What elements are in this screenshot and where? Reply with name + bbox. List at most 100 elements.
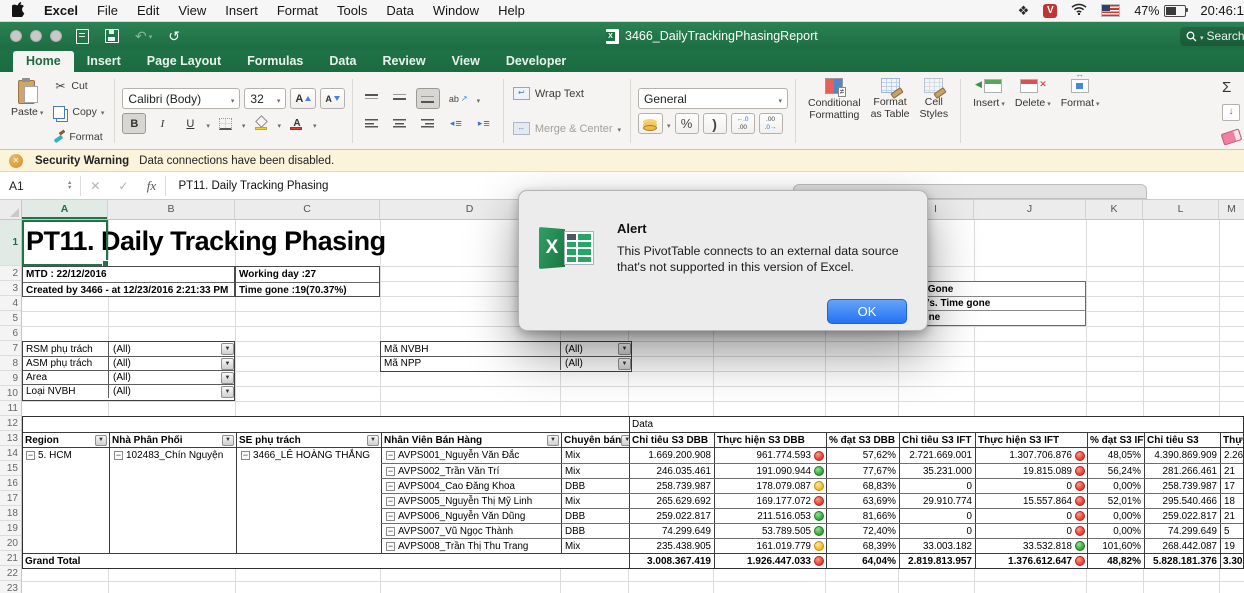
row-header-1[interactable]: 1 [0,220,21,266]
decrease-font-size-button[interactable]: A [320,88,345,109]
column-header-A[interactable]: A [22,200,108,219]
clear-button[interactable] [1221,128,1243,145]
merge-center-button[interactable]: Merge & Center [511,121,623,136]
tab-developer[interactable]: Developer [493,51,579,72]
filter-label[interactable]: Loại NVBH [23,385,109,398]
zoom-window-button[interactable] [50,30,62,42]
font-color-button[interactable] [285,113,309,134]
se-cell[interactable]: 3466_LÊ HOÀNG THẮNG [240,448,379,463]
filter-dropdown-button[interactable] [221,358,234,370]
cell[interactable]: Mix [561,448,629,463]
cell[interactable]: 191.090.944 [714,464,826,478]
close-window-button[interactable] [10,30,22,42]
header-filter-button[interactable] [222,435,234,446]
row-header-15[interactable]: 15 [0,461,21,476]
collapse-icon[interactable] [386,467,395,476]
row-header-18[interactable]: 18 [0,506,21,521]
pivot-header-channel[interactable]: Chuyên bán [561,433,629,447]
tab-data[interactable]: Data [316,51,369,72]
paste-dropdown-icon[interactable] [40,107,44,119]
pivot-header-target-dbb[interactable]: Chỉ tiêu S3 DBB [629,433,714,447]
tab-view[interactable]: View [439,51,493,72]
name-box-stepper[interactable]: ▲▼ [67,181,72,191]
collapse-icon[interactable] [386,482,395,491]
filter-label[interactable]: Mã NVBH [381,342,561,356]
salesperson-cell[interactable]: AVPS002_Trần Văn Trí [381,464,561,478]
filter-dropdown-button[interactable] [618,358,631,370]
cell[interactable]: 235.438.905 [629,539,714,553]
row-header-4[interactable]: 4 [0,296,21,311]
font-name-select[interactable]: Calibri (Body) [122,88,240,109]
menu-file[interactable]: File [97,3,118,18]
cell[interactable]: 64,04% [826,554,899,568]
cell[interactable]: 2.819.813.957 [899,554,975,568]
currency-format-button[interactable] [638,113,663,134]
align-right-button[interactable] [416,113,440,134]
column-header-B[interactable]: B [108,200,235,219]
row-header-9[interactable]: 9 [0,371,21,386]
row-header-7[interactable]: 7 [0,341,21,356]
tab-formulas[interactable]: Formulas [234,51,316,72]
tab-insert[interactable]: Insert [74,51,134,72]
filter-value[interactable]: (All) [561,342,618,356]
pivot-header-distributor[interactable]: Nhà Phân Phối [109,433,236,447]
cell[interactable]: 48,05% [1087,448,1144,463]
menu-data[interactable]: Data [386,3,413,18]
cell[interactable]: 77,67% [826,464,899,478]
row-header-20[interactable]: 20 [0,536,21,551]
cell[interactable]: 68,39% [826,539,899,553]
autosum-button[interactable] [1222,79,1231,97]
menu-view[interactable]: View [178,3,206,18]
save-icon[interactable] [105,29,119,43]
mtd-cell[interactable]: MTD : 22/12/2016 [23,267,234,282]
font-size-select[interactable]: 32 [244,88,286,109]
underline-button[interactable] [178,113,202,134]
menu-help[interactable]: Help [498,3,525,18]
cell[interactable]: 1.926.447.033 [714,554,826,568]
cell[interactable]: 0 [899,509,975,523]
salesperson-cell[interactable]: AVPS004_Cao Đăng Khoa [381,479,561,493]
fill-color-button[interactable] [249,113,273,134]
tab-review[interactable]: Review [369,51,438,72]
menu-window[interactable]: Window [433,3,479,18]
pivot-header-se[interactable]: SE phụ trách [236,433,381,447]
cell[interactable]: 259.022.817 [629,509,714,523]
cell[interactable]: 246.035.461 [629,464,714,478]
header-filter-button[interactable] [95,435,107,446]
row-header-11[interactable]: 11 [0,401,21,416]
filter-dropdown-button[interactable] [221,372,234,384]
cell[interactable]: 5 [1220,524,1243,538]
pivot-header-pct-dbb[interactable]: % đạt S3 DBB [826,433,899,447]
number-format-select[interactable]: General [638,88,788,109]
vmware-icon[interactable]: V [1043,4,1057,18]
filter-dropdown-button[interactable] [618,343,631,355]
wrap-text-button[interactable]: Wrap Text [511,86,623,101]
cell[interactable]: 4.390.869.909 [1144,448,1220,463]
borders-dropdown-icon[interactable] [242,115,246,133]
confirm-entry-icon[interactable] [109,179,137,193]
grand-total-label[interactable]: Grand Total [23,554,629,568]
orientation-dropdown-icon[interactable] [477,90,481,108]
filter-label[interactable]: Mã NPP [381,357,561,370]
row-header-12[interactable]: 12 [0,416,21,431]
cell[interactable]: 0,00% [1087,479,1144,493]
increase-indent-button[interactable] [472,113,496,134]
cell[interactable]: 48,82% [1087,554,1144,568]
apple-menu-icon[interactable] [12,2,25,20]
row-header-2[interactable]: 2 [0,266,21,281]
pivot-header-target-s3[interactable]: Chỉ tiêu S3 [1144,433,1220,447]
cell[interactable]: 68,83% [826,479,899,493]
selected-cell-outline[interactable] [22,220,108,266]
filter-label[interactable]: RSM phụ trách [23,342,109,356]
cell[interactable]: 72,40% [826,524,899,538]
fill-button[interactable] [1222,104,1240,121]
filter-dropdown-button[interactable] [221,386,234,398]
column-header-C[interactable]: C [235,200,380,219]
cell[interactable]: 57,62% [826,448,899,463]
input-source-flag-icon[interactable] [1101,4,1120,17]
percent-format-button[interactable] [675,113,699,134]
collapse-icon[interactable] [386,451,395,460]
cell[interactable]: 19.815.089 [975,464,1087,478]
filter-dropdown-button[interactable] [221,343,234,355]
cell[interactable]: 211.516.053 [714,509,826,523]
